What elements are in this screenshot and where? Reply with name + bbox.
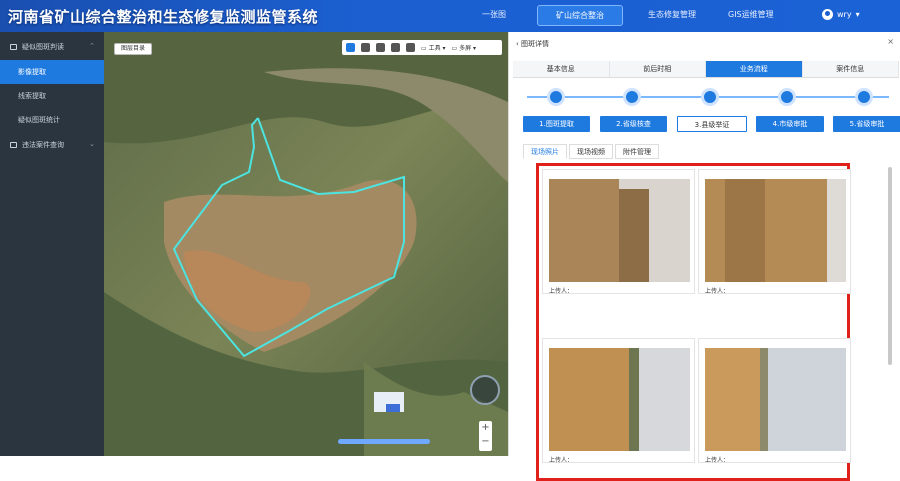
toolbox-icon: ▭ <box>421 45 427 52</box>
close-button[interactable]: × <box>887 37 894 46</box>
rotate-icon[interactable] <box>406 43 415 52</box>
sidebar-item-image-extract[interactable]: 影像提取 <box>0 60 104 84</box>
step-city-approve-icon <box>778 88 796 106</box>
uploader-label: 上传人： <box>705 288 730 295</box>
detail-tabs: 基本信息 前后时相 业务流程 案件信息 <box>513 61 899 78</box>
compass-icon[interactable] <box>470 375 500 405</box>
chevron-up-icon: ⌃ <box>89 42 95 50</box>
sidebar: 疑似图斑判读 ⌃ 影像提取 线索提取 疑似图斑统计 违法案件查询 ⌄ <box>0 32 104 456</box>
tools-menu[interactable]: ▭ 工具 ▾ <box>421 43 446 52</box>
site-photo <box>549 348 690 451</box>
camera-icon[interactable] <box>376 43 385 52</box>
tab-case-info[interactable]: 案件信息 <box>802 61 899 77</box>
tab-before-after[interactable]: 前后时相 <box>609 61 706 77</box>
sidebar-item-clue-extract[interactable]: 线索提取 <box>0 84 104 108</box>
step-province-approve-icon <box>855 88 873 106</box>
sidebar-group-cases[interactable]: 违法案件查询 ⌄ <box>0 132 104 158</box>
photo-gallery: 上传人： 上传人： 上传人： 上传人： <box>536 163 851 481</box>
panel-title: 图斑详情 <box>521 40 550 48</box>
nav-label: 矿山综合整治 <box>556 11 604 20</box>
monitor-icon <box>10 142 17 148</box>
user-menu[interactable]: wry ▾ <box>822 9 860 20</box>
nav-one-map[interactable]: 一张图 <box>482 9 506 20</box>
tools-label: 工具 <box>428 45 441 52</box>
photo-card[interactable]: 上传人： <box>698 338 851 464</box>
tab-basic-info[interactable]: 基本信息 <box>513 61 610 77</box>
site-photo <box>549 179 690 282</box>
step-extract-button[interactable]: 1.图斑提取 <box>523 116 590 132</box>
app-title: 河南省矿山综合整治和生态修复监测监管系统 <box>8 8 319 26</box>
detail-panel: ‹ 图斑详情 × 基本信息 前后时相 业务流程 案件信息 1.图斑提取 2.省级… <box>508 32 900 481</box>
multiscreen-label: 多屏 <box>459 45 472 52</box>
step-province-approve-button[interactable]: 5.省级审批 <box>833 116 900 132</box>
step-verify-icon <box>623 88 641 106</box>
globe-icon[interactable] <box>361 43 370 52</box>
multiscreen-icon: ▭ <box>451 45 458 52</box>
step-verify-button[interactable]: 2.省级核查 <box>600 116 667 132</box>
site-photo <box>705 348 846 451</box>
sidebar-group-label: 违法案件查询 <box>22 141 64 149</box>
step-evidence-icon <box>701 88 719 106</box>
pan-hand-icon[interactable] <box>346 43 355 52</box>
photo-card[interactable]: 上传人： <box>542 338 695 464</box>
site-photo <box>705 179 846 282</box>
nav-gis-ops[interactable]: GIS运维管理 <box>728 9 774 20</box>
sidebar-group-label: 疑似图斑判读 <box>22 43 64 51</box>
sidebar-item-statistics[interactable]: 疑似图斑统计 <box>0 108 104 132</box>
nav-mine-rectification[interactable]: 矿山综合整治 <box>537 5 623 26</box>
top-header: 河南省矿山综合整治和生态修复监测监管系统 一张图 矿山综合整治 生态修复管理 G… <box>0 0 900 32</box>
multiscreen-menu[interactable]: ▭ 多屏 ▾ <box>452 43 477 52</box>
uploader-label: 上传人： <box>549 288 574 295</box>
user-avatar-icon <box>822 9 833 20</box>
photo-card[interactable]: 上传人： <box>542 169 695 295</box>
timeline-slider[interactable] <box>338 439 430 444</box>
photo-card[interactable]: 上传人： <box>698 169 851 295</box>
tab-site-photos[interactable]: 现场照片 <box>523 144 567 159</box>
chevron-left-icon[interactable]: ‹ <box>516 40 519 48</box>
chevron-down-icon: ⌄ <box>89 140 95 148</box>
step-evidence-button[interactable]: 3.县级举证 <box>677 116 747 132</box>
sidebar-group-suspected[interactable]: 疑似图斑判读 ⌃ <box>0 34 104 60</box>
evidence-tabs: 现场照片 现场视频 附件管理 <box>523 144 661 159</box>
gallery-scrollbar[interactable] <box>888 167 892 365</box>
uploader-label: 上传人： <box>549 457 574 464</box>
tab-workflow[interactable]: 业务流程 <box>706 61 803 77</box>
panel-header: ‹ 图斑详情 <box>509 37 900 51</box>
map-toolbar: ▭ 工具 ▾ ▭ 多屏 ▾ <box>342 40 502 55</box>
zoom-control: + − <box>479 421 492 451</box>
tab-site-videos[interactable]: 现场视频 <box>569 144 613 159</box>
layer-catalog-button[interactable]: 图层目录 <box>114 43 152 55</box>
map-view[interactable] <box>104 32 508 456</box>
zoom-in-button[interactable]: + <box>479 421 492 435</box>
user-name: wry <box>837 10 852 19</box>
monitor-icon <box>10 44 17 50</box>
chevron-down-icon: ▾ <box>855 10 860 19</box>
satellite-imagery <box>104 32 508 456</box>
zoom-out-button[interactable]: − <box>479 435 492 449</box>
nav-eco-restoration[interactable]: 生态修复管理 <box>648 9 696 20</box>
uploader-label: 上传人： <box>705 457 730 464</box>
tab-attachments[interactable]: 附件管理 <box>615 144 659 159</box>
step-extract-icon <box>547 88 565 106</box>
step-city-approve-button[interactable]: 4.市级审批 <box>756 116 824 132</box>
fullscreen-icon[interactable] <box>391 43 400 52</box>
